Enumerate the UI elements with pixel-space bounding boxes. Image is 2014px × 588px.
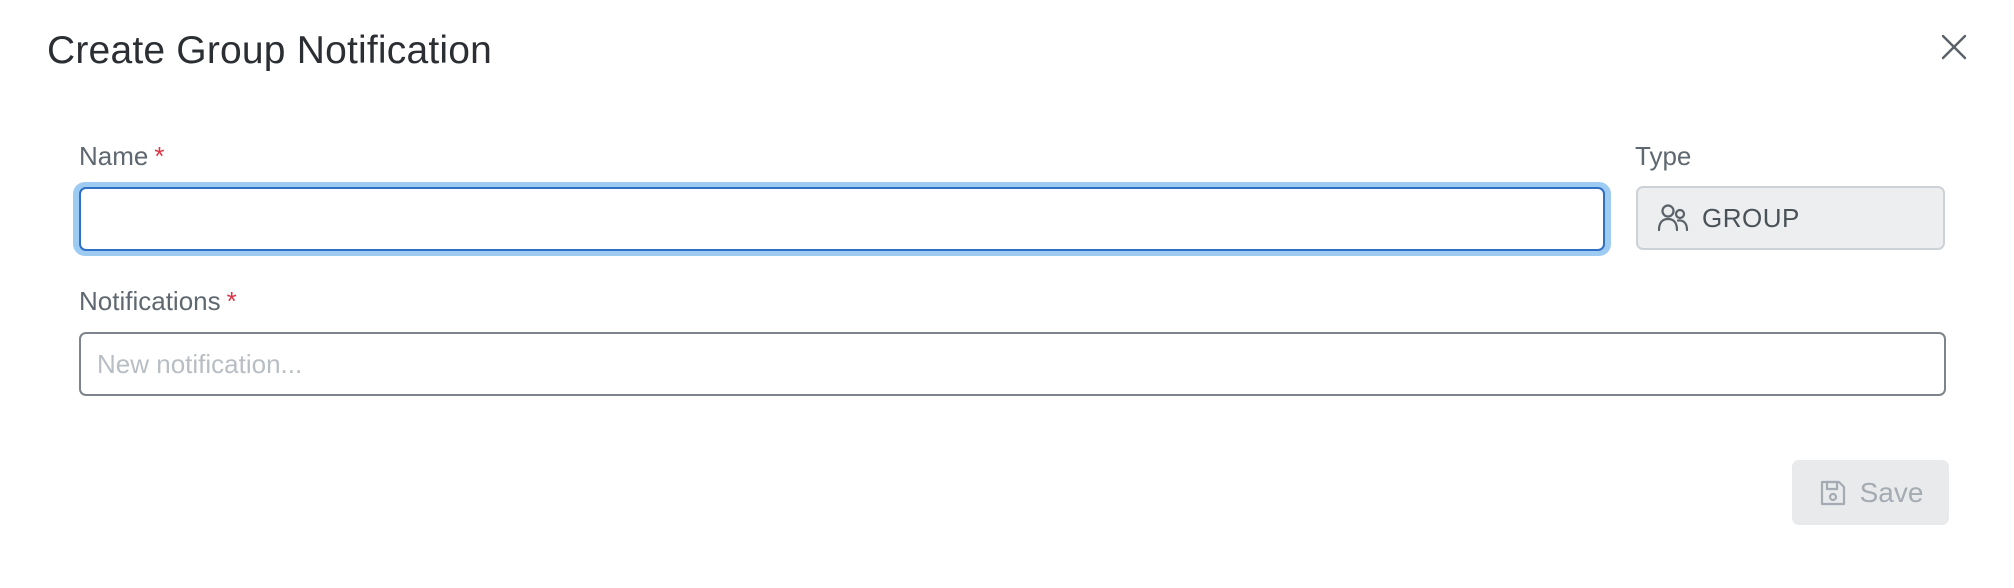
group-users-icon bbox=[1656, 201, 1690, 235]
save-button[interactable]: Save bbox=[1792, 460, 1949, 525]
notifications-label: Notifications * bbox=[79, 284, 237, 318]
name-label: Name * bbox=[79, 139, 164, 173]
type-value: GROUP bbox=[1702, 202, 1800, 233]
required-marker: * bbox=[154, 141, 165, 171]
save-button-label: Save bbox=[1859, 476, 1924, 508]
close-icon bbox=[1941, 34, 1967, 60]
save-icon bbox=[1818, 478, 1848, 508]
notifications-label-text: Notifications bbox=[79, 286, 221, 316]
close-button[interactable] bbox=[1936, 29, 1972, 65]
name-label-text: Name bbox=[79, 141, 149, 171]
type-label: Type bbox=[1635, 141, 1692, 171]
dialog-title: Create Group Notification bbox=[47, 29, 493, 72]
required-marker: * bbox=[226, 286, 237, 316]
name-input[interactable] bbox=[79, 187, 1605, 251]
create-group-notification-dialog: Create Group Notification Name * Type GRO… bbox=[0, 0, 2014, 588]
type-field: GROUP bbox=[1636, 186, 1945, 250]
notifications-input[interactable] bbox=[79, 332, 1946, 396]
